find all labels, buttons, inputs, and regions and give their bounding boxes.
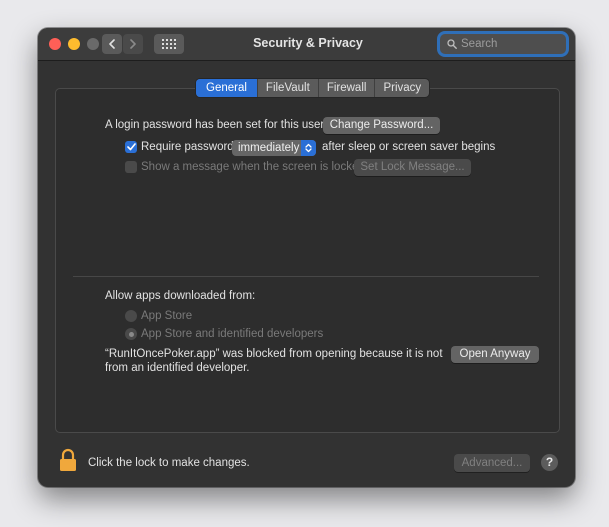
chevron-right-icon	[130, 39, 136, 49]
tab-firewall[interactable]: Firewall	[319, 79, 376, 97]
grid-icon	[162, 39, 176, 49]
back-button[interactable]	[102, 34, 122, 54]
show-message-checkbox[interactable]	[125, 161, 137, 173]
section-divider	[73, 276, 539, 277]
radio-selected-dot	[128, 331, 134, 337]
blocked-app-message-line1: “RunItOncePoker.app” was blocked from op…	[105, 348, 443, 360]
search-field[interactable]	[440, 34, 566, 54]
checkmark-icon	[126, 143, 136, 151]
radio-app-store[interactable]	[125, 310, 137, 322]
lock-text: Click the lock to make changes.	[88, 457, 250, 469]
lock-button[interactable]	[59, 448, 77, 477]
forward-button[interactable]	[123, 34, 143, 54]
updown-arrows-icon	[301, 140, 316, 156]
tab-filevault[interactable]: FileVault	[258, 79, 319, 97]
minimize-button[interactable]	[68, 38, 80, 50]
show-all-button[interactable]	[154, 34, 184, 54]
show-message-label: Show a message when the screen is locked	[141, 161, 365, 173]
require-password-select[interactable]: immediately	[232, 140, 316, 156]
radio-app-store-identified[interactable]	[125, 328, 137, 340]
allow-apps-heading: Allow apps downloaded from:	[105, 290, 256, 302]
set-lock-message-button[interactable]: Set Lock Message...	[354, 159, 471, 176]
radio-app-store-identified-label: App Store and identified developers	[141, 328, 324, 340]
after-sleep-text: after sleep or screen saver begins	[322, 141, 496, 153]
tab-bar: General FileVault Firewall Privacy	[196, 79, 430, 97]
require-password-value: immediately	[238, 142, 300, 154]
close-button[interactable]	[49, 38, 61, 50]
change-password-button[interactable]: Change Password...	[323, 117, 440, 134]
title-bar: Security & Privacy	[38, 28, 575, 61]
radio-app-store-label: App Store	[141, 310, 193, 322]
security-privacy-window: Security & Privacy General FileVault Fir…	[38, 28, 575, 487]
tab-privacy[interactable]: Privacy	[375, 79, 429, 97]
advanced-button[interactable]: Advanced...	[454, 454, 530, 472]
zoom-button[interactable]	[87, 38, 99, 50]
search-input[interactable]	[457, 37, 563, 51]
window-title: Security & Privacy	[253, 36, 363, 50]
open-anyway-button[interactable]: Open Anyway	[451, 346, 539, 363]
search-icon	[447, 39, 457, 49]
help-button[interactable]: ?	[541, 454, 558, 471]
require-password-checkbox[interactable]	[125, 141, 137, 153]
lock-icon	[60, 448, 76, 471]
require-password-label: Require password	[141, 141, 234, 153]
blocked-app-message-line2: from an identified developer.	[105, 362, 250, 374]
chevron-left-icon	[109, 39, 115, 49]
login-password-text: A login password has been set for this u…	[105, 119, 325, 131]
tab-general[interactable]: General	[196, 79, 258, 97]
